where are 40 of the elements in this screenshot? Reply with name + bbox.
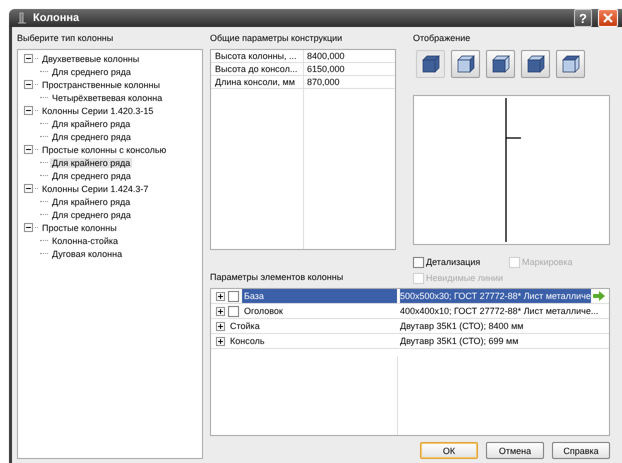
tree-item[interactable]: Дуговая колонна (50, 248, 124, 258)
dialog-button[interactable]: Справка (552, 442, 610, 459)
section-label: Общие параметры конструкции (210, 32, 344, 45)
tree-item[interactable]: Четырёхветвевая колонна (50, 92, 164, 102)
tree-item[interactable]: Колонны Серии 1.420.3-15 (40, 106, 156, 116)
table-cell: Высота до консол... (211, 63, 303, 76)
table-cell[interactable]: Консоль (228, 334, 267, 348)
help-button[interactable]: ? (574, 9, 592, 27)
dialog-button[interactable]: Отмена (486, 442, 544, 459)
table-cell: Высота колонны, ... (211, 50, 303, 63)
table-cell[interactable]: 6150,000 (303, 63, 395, 76)
tree-item[interactable]: Для среднего ряда (50, 66, 133, 76)
tree-item[interactable]: Простые колонны с консолью (40, 144, 168, 154)
table-cell[interactable]: 8400,000 (303, 50, 395, 63)
tree-item[interactable]: Простые колонны (40, 222, 119, 232)
table-cell[interactable]: Двутавр 35К1 (СТО); 699 мм (400, 334, 518, 348)
section-label: Параметры элементов колонны (210, 271, 344, 284)
option-checkbox[interactable]: Детализация (413, 254, 509, 270)
tree-item[interactable]: Пространственные колонны (40, 80, 162, 90)
table-cell[interactable]: 870,000 (303, 76, 395, 89)
tree-item[interactable]: Для крайнего ряда (50, 118, 132, 128)
table-cell[interactable]: 500x500x30; ГОСТ 27772-88* Лист металличе (400, 289, 591, 303)
tree-item[interactable]: Для среднего ряда (50, 210, 133, 220)
table-cell[interactable]: Стойка (228, 319, 262, 333)
tree-item[interactable]: Колонны Серии 1.424.3-7 (40, 184, 150, 194)
dialog-button[interactable]: ОК (420, 442, 478, 459)
table-cell[interactable]: Двутавр 35К1 (СТО); 8400 мм (400, 319, 524, 333)
section-label: Выберите тип колонны (17, 32, 114, 45)
table-cell[interactable]: База (242, 289, 397, 303)
tree-item[interactable]: Для крайнего ряда (50, 196, 132, 206)
section-label: Отображение (413, 32, 472, 45)
tree-item[interactable]: Колонна-стойка (50, 236, 120, 246)
window-title: Колонна (33, 12, 80, 24)
table-cell[interactable]: 400x400x10; ГОСТ 27772-88* Лист металличе... (400, 304, 598, 318)
tree-item[interactable]: Для крайнего ряда (50, 158, 132, 168)
table-cell[interactable]: Оголовок (242, 304, 285, 318)
tree-item[interactable]: Для среднего ряда (50, 132, 133, 142)
tree-item[interactable]: Для среднего ряда (50, 170, 133, 180)
table-cell: Длина консоли, мм (211, 76, 303, 89)
tree-item[interactable]: Двухветвевые колонны (40, 54, 142, 64)
